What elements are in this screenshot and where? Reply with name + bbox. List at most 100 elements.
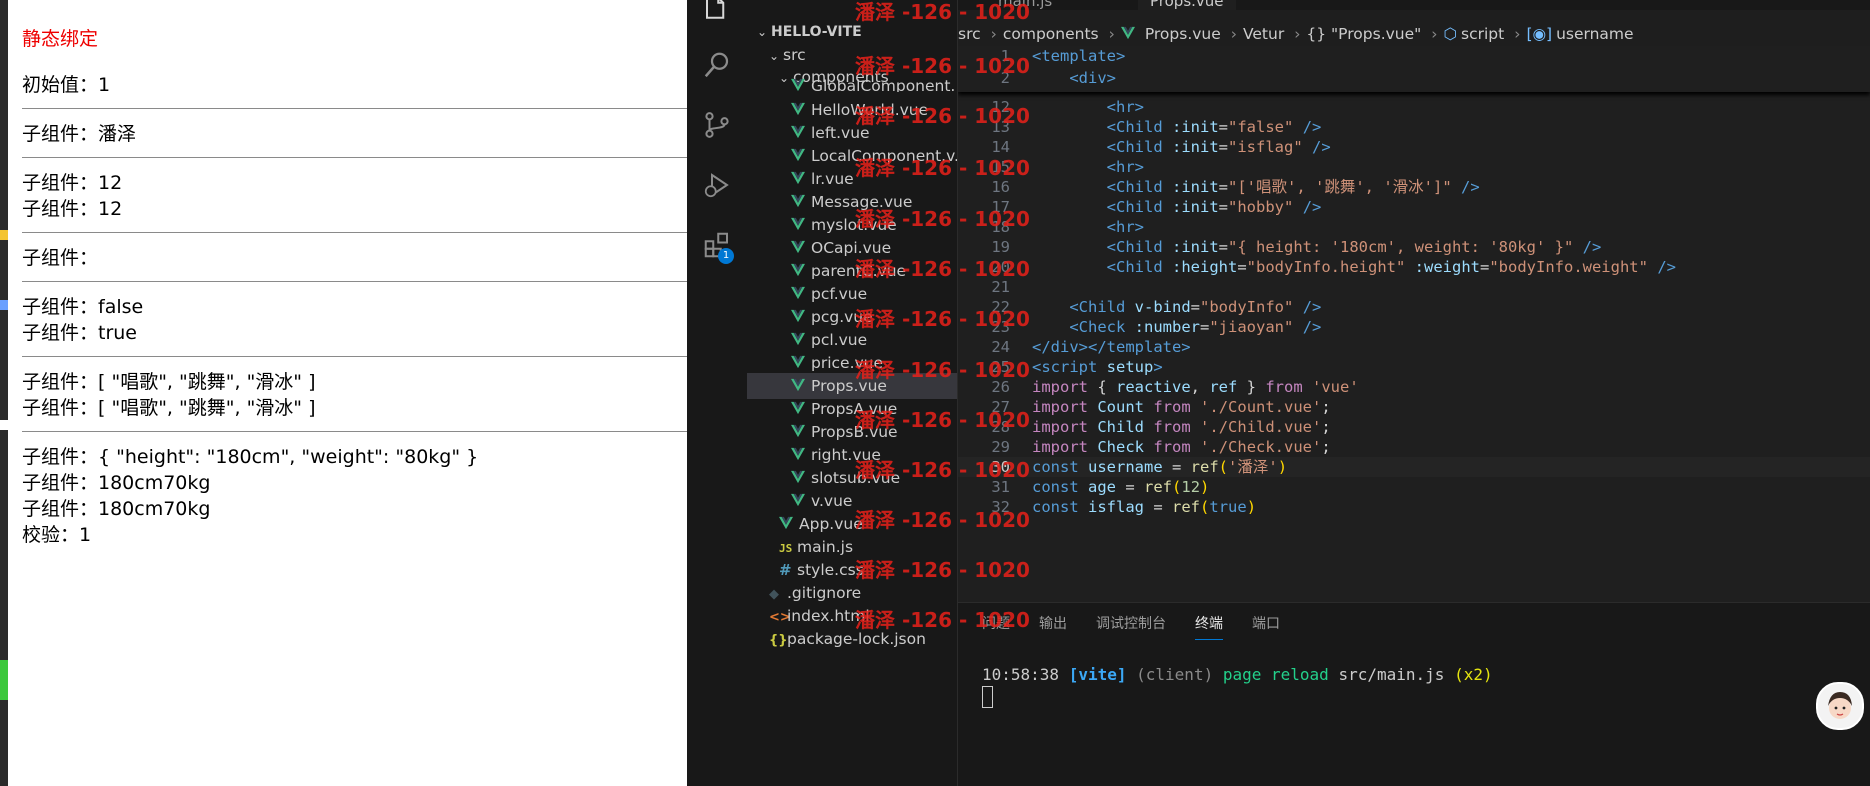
code-token: true xyxy=(1209,498,1247,516)
code-line[interactable]: 12 <hr> xyxy=(958,97,1870,117)
chevron-right-icon: › xyxy=(1431,25,1438,43)
code-token: ( xyxy=(1172,478,1182,496)
code-line[interactable]: 16 <Child :init="['唱歌', '跳舞', '滑冰']" /> xyxy=(958,177,1870,197)
vue-file-icon xyxy=(791,262,811,280)
search-icon[interactable] xyxy=(702,50,732,80)
code-line[interactable]: 22 <Child v-bind="bodyInfo" /> xyxy=(958,297,1870,317)
breadcrumb-item[interactable]: Vetur xyxy=(1243,25,1284,43)
code-line[interactable]: 13 <Child :init="false" /> xyxy=(958,117,1870,137)
code-token: ; xyxy=(1321,418,1331,436)
code-line[interactable]: 23 <Check :number="jiaoyan" /> xyxy=(958,317,1870,337)
vue-file-icon xyxy=(791,423,811,441)
source-control-icon[interactable] xyxy=(702,110,732,140)
desktop-icon[interactable] xyxy=(0,230,8,240)
output-line: 子组件：true xyxy=(22,322,137,344)
code-token: > xyxy=(1153,358,1163,376)
code-token: /> xyxy=(1461,178,1480,196)
tree-item-label: src xyxy=(783,46,806,64)
code-line[interactable]: 25 <script setup> xyxy=(958,357,1870,377)
terminal-client: (client) xyxy=(1136,665,1214,684)
panel-tab[interactable]: 端口 xyxy=(1252,613,1280,639)
avatar[interactable] xyxy=(1816,682,1864,730)
code-token: './Check.vue' xyxy=(1200,438,1322,456)
code-token: :init xyxy=(1172,198,1219,216)
code-line[interactable]: 29 import Check from './Check.vue'; xyxy=(958,437,1870,457)
breadcrumb-item[interactable]: username xyxy=(1556,25,1634,43)
code-line[interactable]: 1 <template> xyxy=(958,46,1870,68)
code-line[interactable]: 18 <hr> xyxy=(958,217,1870,237)
desktop-icon[interactable] xyxy=(0,420,8,430)
output-line: 子组件：[ "唱歌", "跳舞", "滑冰" ] xyxy=(22,397,316,419)
output-line: 子组件：潘泽 xyxy=(22,123,137,145)
page-title: 静态绑定 xyxy=(22,28,99,50)
panel-tab[interactable]: 输出 xyxy=(1039,613,1067,639)
code-line[interactable]: 24 </div></template> xyxy=(958,337,1870,357)
panel-tab[interactable]: 终端 xyxy=(1195,613,1223,640)
code-line[interactable]: 31 const age = ref(12) xyxy=(958,477,1870,497)
code-token: const xyxy=(1032,458,1079,476)
vue-file-icon xyxy=(791,193,811,211)
code-line[interactable]: 15 <hr> xyxy=(958,157,1870,177)
code-editor[interactable]: 1<template>2 <div> 11 <Child :init="1" /… xyxy=(958,46,1870,602)
code-token: <hr> xyxy=(1106,218,1144,236)
panel-tab[interactable]: 调试控制台 xyxy=(1096,613,1166,639)
code-token: ( xyxy=(1200,498,1210,516)
code-line[interactable]: 26 import { reactive, ref } from 'vue' xyxy=(958,377,1870,397)
code-token: /> xyxy=(1582,238,1602,256)
chevron-right-icon: › xyxy=(1108,25,1115,43)
explorer-icon[interactable] xyxy=(702,0,732,24)
tree-item-label: App.vue xyxy=(799,515,863,533)
tree-item-globalcomponent[interactable]: GlobalComponent.... xyxy=(747,78,957,92)
code-line[interactable]: 32 const isflag = ref(true) xyxy=(958,497,1870,517)
vue-file-icon xyxy=(779,515,799,533)
watermark-text: 潘泽 -126 - 1020 xyxy=(855,207,1030,231)
code-line[interactable]: 27 import Count from './Count.vue'; xyxy=(958,397,1870,417)
run-debug-icon[interactable] xyxy=(702,170,732,200)
code-line[interactable]: 28 import Child from './Child.vue'; xyxy=(958,417,1870,437)
chevron-right-icon: › xyxy=(1294,25,1301,43)
breadcrumb-item[interactable]: src xyxy=(958,25,981,43)
browser-window: 静态绑定 初始值：1 子组件：潘泽 子组件：12 子组件：12 子组件： 子组件：fals… xyxy=(0,0,692,786)
variable-icon: [◉] xyxy=(1526,25,1553,43)
watermark-text: 潘泽 -126 - 1020 xyxy=(855,608,1030,632)
desktop-icon[interactable] xyxy=(0,660,8,700)
code-token: <div> xyxy=(1069,69,1116,87)
tab-props-vue[interactable]: Props.vue xyxy=(1138,0,1236,10)
output-line: 子组件：180cm70kg xyxy=(22,472,211,494)
breadcrumb-item[interactable]: script xyxy=(1461,25,1504,43)
breadcrumb-item[interactable]: components xyxy=(1003,25,1099,43)
code-token: = xyxy=(1218,198,1229,216)
code-line[interactable]: 19 <Child :init="{ height: '180cm', weig… xyxy=(958,237,1870,257)
code-line[interactable]: 14 <Child :init="isflag" /> xyxy=(958,137,1870,157)
vue-file-icon xyxy=(791,147,811,165)
code-line[interactable]: 2 <div> xyxy=(958,66,1870,90)
vue-file-icon xyxy=(791,78,811,92)
terminal-count: (x2) xyxy=(1454,665,1493,684)
code-token: = xyxy=(1237,258,1247,276)
divider xyxy=(22,356,692,357)
code-token: <Child xyxy=(1106,238,1163,256)
vue-file-icon xyxy=(791,400,811,418)
code-token: { xyxy=(1088,378,1116,396)
code-line[interactable]: 20 <Child :height="bodyInfo.height" :wei… xyxy=(958,257,1870,277)
code-token: "hobby" xyxy=(1228,198,1294,216)
breadcrumb-item[interactable]: {} "Props.vue" xyxy=(1306,25,1421,43)
tree-item-label: pcf.vue xyxy=(811,285,868,303)
desktop-icon[interactable] xyxy=(0,300,8,310)
code-line[interactable]: 21 xyxy=(958,277,1870,297)
terminal-output[interactable]: 10:58:38 [vite] (client) page reload src… xyxy=(982,665,1493,684)
code-token: './Child.vue' xyxy=(1200,418,1322,436)
code-token: ref xyxy=(1172,498,1201,516)
breadcrumb-item[interactable]: Props.vue xyxy=(1145,25,1221,43)
code-line[interactable]: 17 <Child :init="hobby" /> xyxy=(958,197,1870,217)
code-token: from xyxy=(1153,398,1191,416)
code-line[interactable]: 30 const username = ref('潘泽') xyxy=(958,457,1870,477)
divider xyxy=(22,281,692,282)
